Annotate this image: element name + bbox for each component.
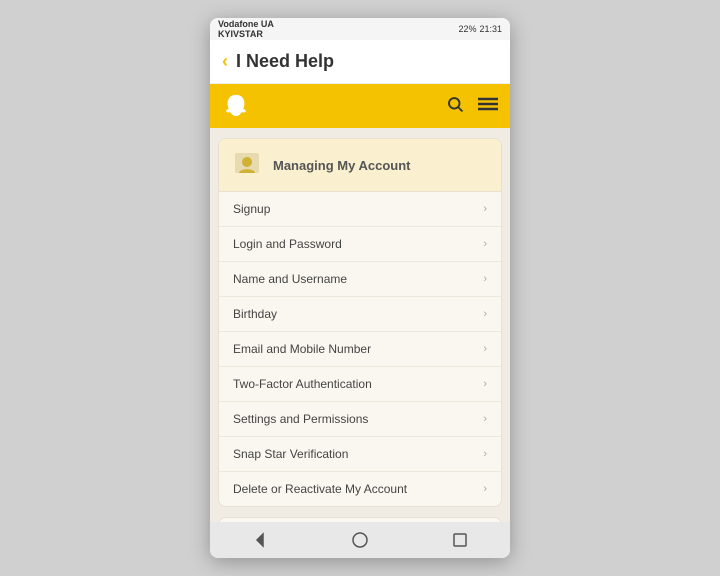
recent-nav-button[interactable] xyxy=(446,526,474,554)
nav-icons xyxy=(446,95,498,118)
chevron-icon: › xyxy=(483,308,487,320)
chevron-icon: › xyxy=(483,203,487,215)
chevron-icon: › xyxy=(483,238,487,250)
battery-label: 22% xyxy=(458,24,476,34)
content-area: Managing My Account Signup › Login and P… xyxy=(210,128,510,522)
section-title-managing: Managing My Account xyxy=(273,158,410,173)
back-button[interactable]: ‹ xyxy=(222,51,228,72)
menu-item-snap-star[interactable]: Snap Star Verification › xyxy=(219,437,501,472)
status-bar: Vodafone UA KYIVSTAR 22% 21:31 xyxy=(210,18,510,40)
menu-item-login-password[interactable]: Login and Password › xyxy=(219,227,501,262)
carrier-label: Vodafone UA KYIVSTAR xyxy=(218,19,274,39)
home-nav-button[interactable] xyxy=(346,526,374,554)
bottom-nav xyxy=(210,522,510,558)
section-header-managing: Managing My Account xyxy=(219,139,501,192)
page-title: I Need Help xyxy=(236,51,334,72)
menu-item-name-username[interactable]: Name and Username › xyxy=(219,262,501,297)
managing-my-account-section: Managing My Account Signup › Login and P… xyxy=(218,138,502,507)
chevron-icon: › xyxy=(483,343,487,355)
nav-bar xyxy=(210,84,510,128)
chevron-icon: › xyxy=(483,413,487,425)
header: ‹ I Need Help xyxy=(210,40,510,84)
menu-item-settings-permissions[interactable]: Settings and Permissions › xyxy=(219,402,501,437)
menu-icon[interactable] xyxy=(478,97,498,116)
status-right: 22% 21:31 xyxy=(458,24,502,34)
account-icon xyxy=(231,149,263,181)
menu-item-signup[interactable]: Signup › xyxy=(219,192,501,227)
chevron-icon: › xyxy=(483,483,487,495)
chevron-icon: › xyxy=(483,378,487,390)
menu-item-birthday[interactable]: Birthday › xyxy=(219,297,501,332)
time-label: 21:31 xyxy=(479,24,502,34)
search-icon[interactable] xyxy=(446,95,464,118)
menu-item-delete-reactivate[interactable]: Delete or Reactivate My Account › xyxy=(219,472,501,506)
menu-item-two-factor[interactable]: Two-Factor Authentication › xyxy=(219,367,501,402)
chevron-icon: › xyxy=(483,448,487,460)
chevron-icon: › xyxy=(483,273,487,285)
menu-item-email-mobile[interactable]: Email and Mobile Number › xyxy=(219,332,501,367)
snapchat-logo[interactable] xyxy=(222,92,250,120)
back-nav-button[interactable] xyxy=(246,526,274,554)
